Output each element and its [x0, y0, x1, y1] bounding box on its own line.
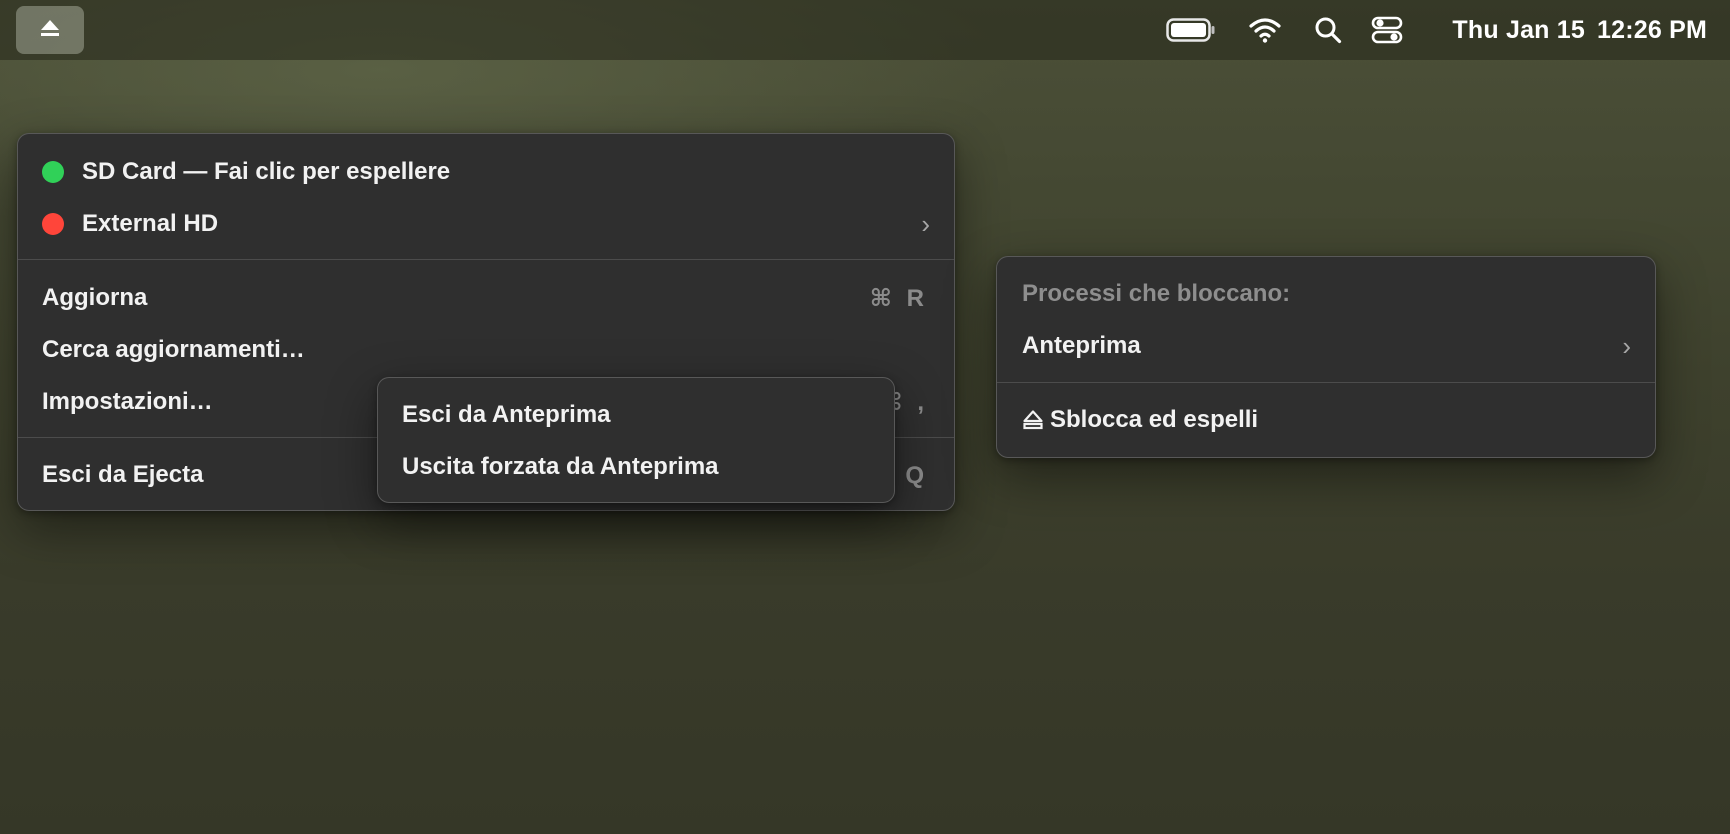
clock-time: 12:26 PM — [1597, 16, 1707, 44]
menu-item-esci-da-anteprima[interactable]: Esci da Anteprima — [378, 392, 894, 438]
eject-icon — [40, 19, 60, 42]
clock-date: Thu Jan 15 — [1452, 16, 1585, 44]
wifi-icon[interactable] — [1248, 14, 1282, 46]
eject-icon — [1022, 409, 1044, 431]
unlock-and-eject-label: Sblocca ed espelli — [1050, 406, 1259, 433]
menu-item-label: Cerca aggiornamenti… — [42, 336, 305, 363]
drive-status-dot-red — [42, 213, 64, 235]
menu-item-shortcut: ⌘ R — [869, 284, 928, 312]
drive-item-external-hd[interactable]: External HD › — [18, 201, 954, 247]
drive-label: SD Card — Fai clic per espellere — [82, 158, 451, 185]
menu-item-label: Esci da Anteprima — [402, 401, 611, 428]
menu-bar-clock[interactable]: Thu Jan 15 12:26 PM — [1452, 16, 1707, 45]
menu-item-label: Esci da Ejecta — [42, 461, 204, 488]
menu-item-label: Impostazioni… — [42, 388, 213, 415]
chevron-right-icon: › — [921, 208, 930, 239]
drive-item-sd-card[interactable]: SD Card — Fai clic per espellere — [18, 149, 954, 195]
menu-separator — [18, 259, 954, 260]
drive-status-dot-green — [42, 161, 64, 183]
menu-bar: Thu Jan 15 12:26 PM — [0, 0, 1730, 60]
submenu-heading: Processi che bloccano: — [997, 271, 1655, 317]
drive-label: External HD — [82, 210, 219, 237]
blocking-processes-heading: Processi che bloccano: — [1022, 280, 1291, 307]
menu-item-aggiorna[interactable]: Aggiorna ⌘ R — [18, 275, 954, 321]
menu-item-label: Aggiorna — [42, 284, 148, 311]
chevron-right-icon: › — [1622, 330, 1631, 361]
process-submenu: Esci da Anteprima Uscita forzata da Ante… — [377, 377, 895, 503]
control-center-icon[interactable] — [1370, 14, 1404, 46]
menu-item-label: Uscita forzata da Anteprima — [402, 453, 719, 480]
menu-separator — [997, 382, 1655, 383]
process-item-anteprima[interactable]: Anteprima › — [997, 323, 1655, 369]
menu-item-uscita-forzata[interactable]: Uscita forzata da Anteprima — [378, 444, 894, 490]
menu-item-cerca-aggiornamenti[interactable]: Cerca aggiornamenti… — [18, 327, 954, 373]
process-label: Anteprima — [1022, 332, 1141, 359]
battery-icon[interactable] — [1166, 14, 1216, 46]
unlock-and-eject-item[interactable]: Sblocca ed espelli — [997, 397, 1655, 443]
eject-status-item[interactable] — [16, 6, 84, 54]
search-icon[interactable] — [1312, 14, 1344, 46]
external-hd-submenu: Processi che bloccano: Anteprima › Sbloc… — [996, 256, 1656, 458]
